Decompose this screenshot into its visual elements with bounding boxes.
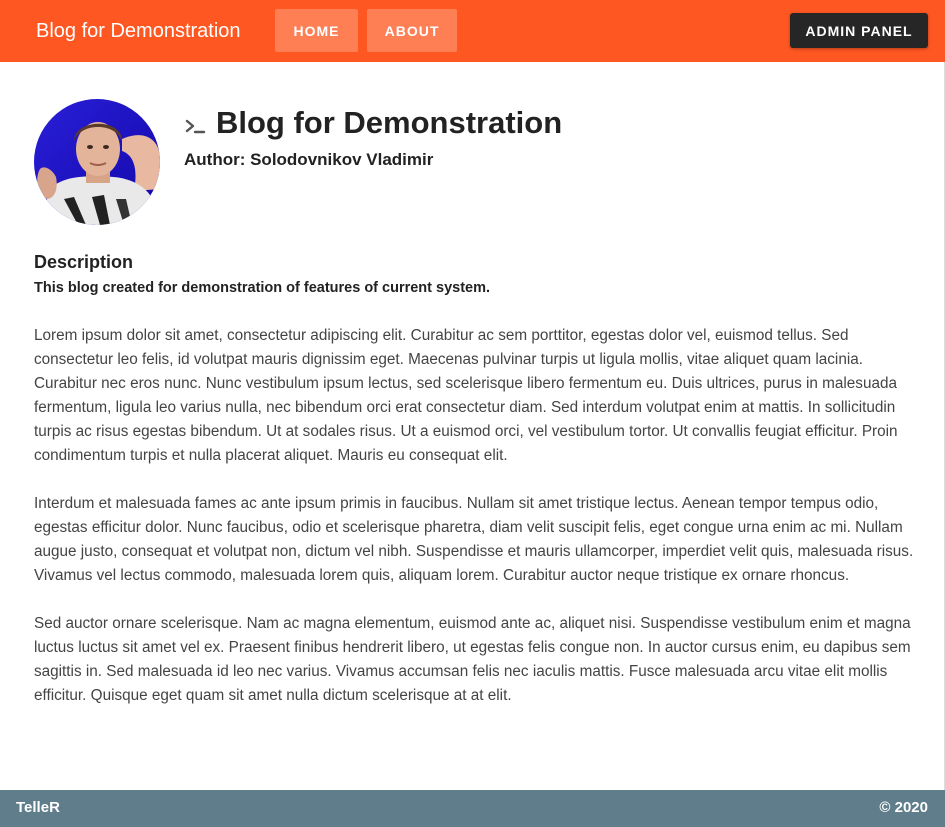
footer-copyright: © 2020: [879, 799, 928, 816]
description-body: Lorem ipsum dolor sit amet, consectetur …: [34, 324, 914, 732]
top-navbar: Blog for Demonstration HOME ABOUT ADMIN …: [0, 0, 945, 62]
navbar-brand[interactable]: Blog for Demonstration: [36, 18, 241, 44]
description-subtitle: This blog created for demonstration of f…: [34, 280, 491, 296]
author-label: Author: Solodovnikov Vladimir: [184, 150, 434, 169]
page-footer: TelleR © 2020: [0, 790, 945, 827]
author-avatar: [34, 99, 160, 225]
body-paragraph: Sed auctor ornare scelerisque. Nam ac ma…: [34, 615, 911, 704]
home-button[interactable]: HOME: [275, 9, 358, 52]
about-button[interactable]: ABOUT: [367, 9, 457, 52]
body-paragraph: Lorem ipsum dolor sit amet, consectetur …: [34, 327, 898, 464]
body-paragraph: Interdum et malesuada fames ac ante ipsu…: [34, 495, 914, 584]
blog-title-row: Blog for Demonstration: [184, 103, 562, 143]
admin-panel-button[interactable]: ADMIN PANEL: [790, 13, 928, 48]
footer-brand[interactable]: TelleR: [16, 799, 60, 816]
user-photo-icon: [34, 99, 160, 225]
description-heading: Description: [34, 252, 134, 272]
page: Blog for Demonstration HOME ABOUT ADMIN …: [0, 0, 945, 827]
blog-title: Blog for Demonstration: [216, 105, 563, 140]
terminal-prompt-icon: [185, 119, 206, 134]
